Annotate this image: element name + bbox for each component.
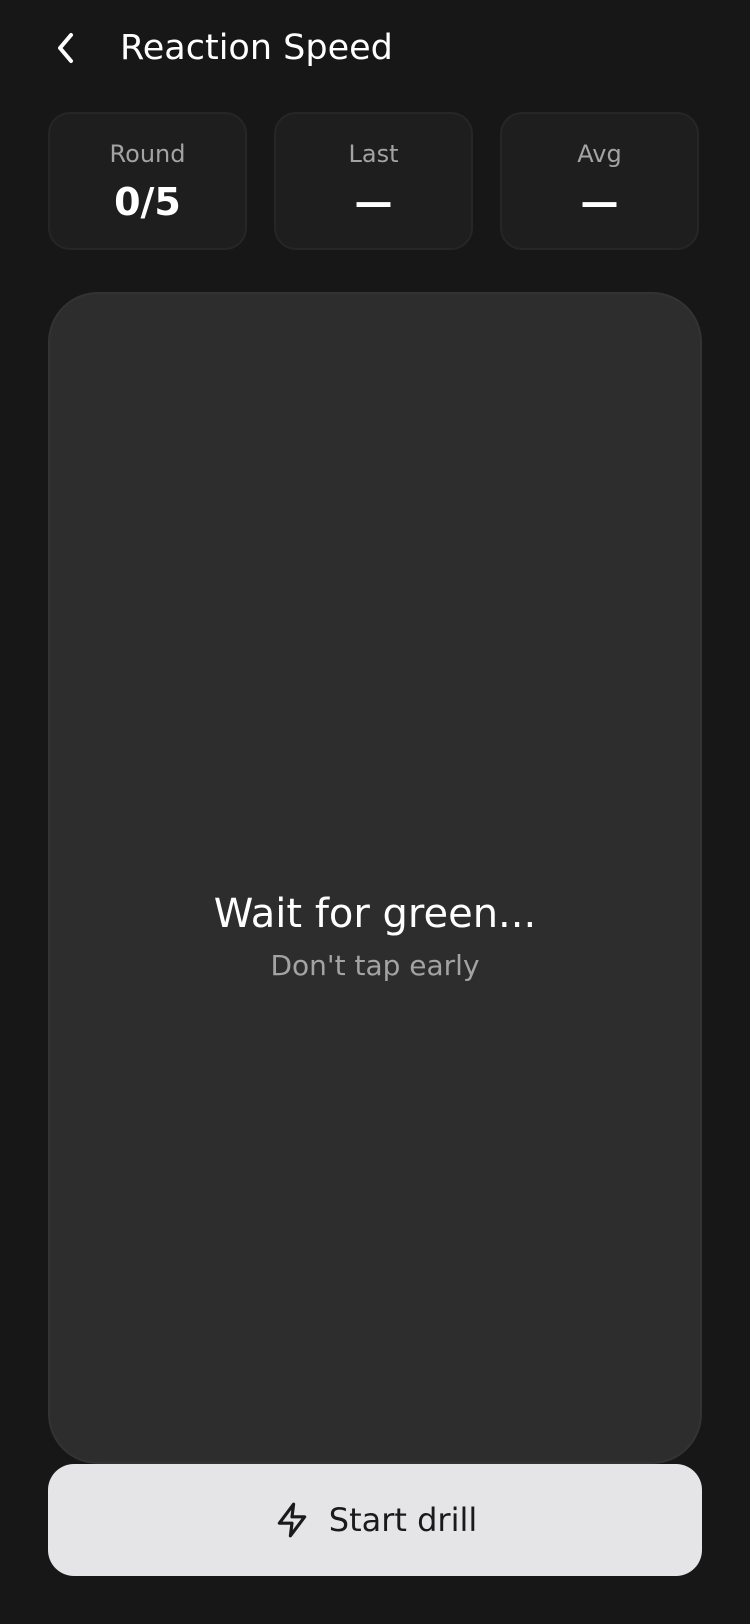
stat-label-last: Last xyxy=(348,140,399,168)
wait-prompt: Wait for green... xyxy=(213,891,537,937)
lightning-bolt-icon xyxy=(273,1501,311,1539)
stat-value-last: — xyxy=(354,180,393,224)
stat-label-avg: Avg xyxy=(577,140,622,168)
chevron-left-icon xyxy=(58,33,73,63)
stat-card-avg: Avg — xyxy=(500,112,699,250)
stat-card-last: Last — xyxy=(274,112,473,250)
stat-card-round: Round 0/5 xyxy=(48,112,247,250)
reaction-tap-area[interactable]: Wait for green... Don't tap early xyxy=(48,292,702,1464)
back-button[interactable] xyxy=(44,26,88,70)
start-drill-label: Start drill xyxy=(328,1501,478,1539)
app-header: Reaction Speed xyxy=(0,0,750,100)
stat-value-round: 0/5 xyxy=(114,180,181,224)
stat-label-round: Round xyxy=(109,140,186,168)
hint-text: Don't tap early xyxy=(270,949,480,982)
page-title: Reaction Speed xyxy=(120,28,393,68)
stat-value-avg: — xyxy=(580,180,619,224)
start-drill-button[interactable]: Start drill xyxy=(48,1464,702,1576)
